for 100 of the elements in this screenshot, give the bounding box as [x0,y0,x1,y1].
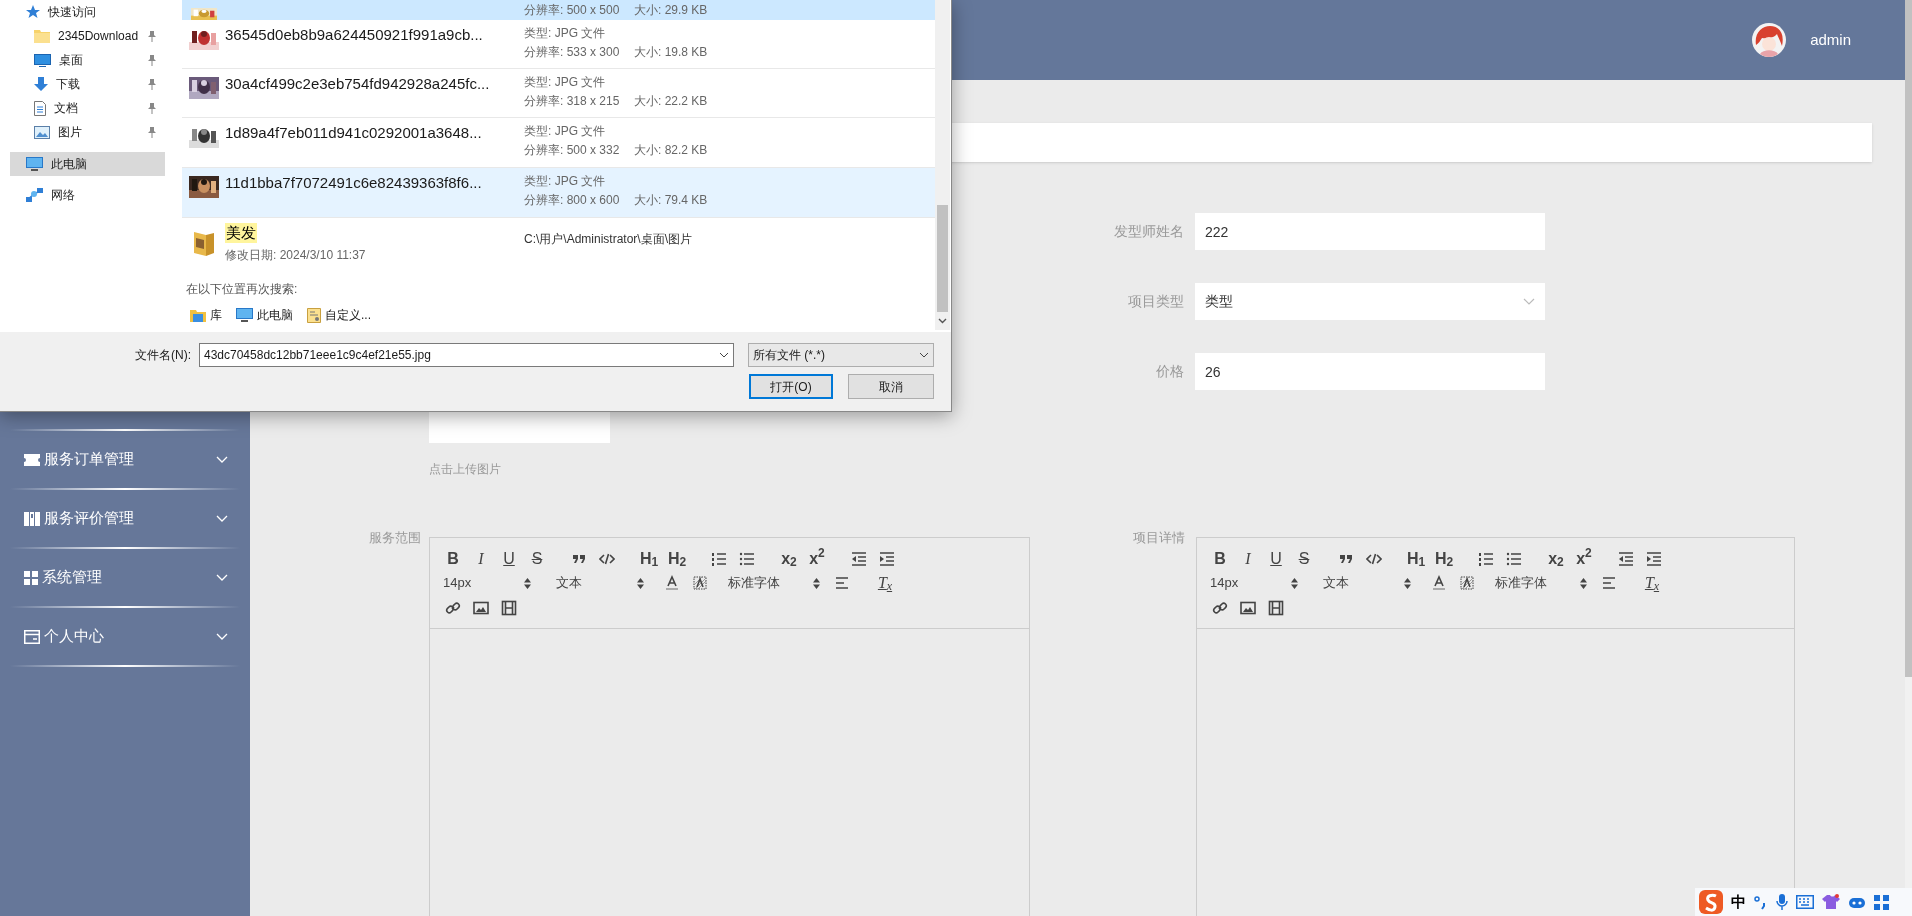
star-icon [26,5,40,19]
highlight-color-icon[interactable] [1459,575,1475,591]
microphone-icon[interactable] [1776,893,1788,911]
robot-icon[interactable] [1848,895,1866,909]
file-resolution: 分辨率: 318 x 215 [524,93,621,110]
clear-format-button[interactable]: T$_{x}$ [871,571,899,595]
align-left-icon[interactable] [1601,575,1617,591]
book-icon [24,511,40,526]
heading-one-button[interactable]: H$_{1}$ [1402,547,1430,571]
bullet-list-icon[interactable] [739,551,755,567]
bold-button[interactable]: B [439,547,467,571]
file-type-select[interactable]: 所有文件 (*.*) [748,343,934,367]
bold-button[interactable]: B [1206,547,1234,571]
dialog-button[interactable]: 打开(O) [749,374,833,399]
font-size-select[interactable]: 14px [443,571,531,595]
input-method-logo-icon[interactable] [1699,890,1723,914]
subscript-button[interactable]: x$_{2}$ [1542,547,1570,571]
file-type: 类型: JPG 文件 [524,123,606,140]
subscript-button[interactable]: x$_{2}$ [775,547,803,571]
sort-caret-icon [524,577,531,589]
image-icon[interactable] [473,600,489,616]
nav-item[interactable]: 文档 [10,96,165,120]
heading-two-button[interactable]: H$_{2}$ [663,547,691,571]
username[interactable]: admin [1810,28,1851,52]
outdent-icon[interactable] [1618,551,1634,567]
network-icon [26,188,43,202]
paragraph-format-select[interactable]: 文本 [556,571,644,595]
film-icon[interactable] [501,600,517,616]
heading-one-button[interactable]: H$_{1}$ [635,547,663,571]
search-location-link[interactable]: 库 [190,306,222,324]
superscript-button[interactable]: x$^{2}$ [1570,547,1598,571]
apps-grid-icon[interactable] [1874,894,1889,910]
punctuation-icon[interactable] [1754,894,1768,910]
keyboard-icon[interactable] [1796,895,1814,909]
film-icon[interactable] [1268,600,1284,616]
search-location-link[interactable]: 自定义... [307,306,371,324]
nav-item[interactable]: 桌面 [10,48,165,72]
shirt-icon[interactable] [1822,894,1840,910]
font-size-select[interactable]: 14px [1210,571,1298,595]
scrollbar-thumb[interactable] [937,205,948,312]
code-icon[interactable] [599,551,615,567]
sidebar-item[interactable]: 系统管理 [0,549,250,606]
chevron-down-icon [919,352,929,358]
paragraph-format-select[interactable]: 文本 [1323,571,1411,595]
sidebar-item[interactable]: 个人中心 [0,608,250,665]
font-family-select[interactable]: 标准字体 [728,571,820,595]
file-size: 大小: 29.9 KB [634,2,708,19]
image-icon[interactable] [1240,600,1256,616]
file-resolution: 分辨率: 500 x 500 [524,2,621,19]
nav-item[interactable]: 2345Download [10,24,165,48]
sidebar-item[interactable]: 服务订单管理 [0,431,250,488]
file-row[interactable]: 分辨率: 500 x 500 大小: 29.9 KB [182,0,935,20]
indent-icon[interactable] [879,551,895,567]
folder-settings-icon [307,307,321,323]
input-field[interactable]: 222 [1195,213,1545,250]
sort-caret-icon [1404,577,1411,589]
underline-button[interactable]: U [1262,547,1290,571]
avatar-icon[interactable] [1752,23,1787,57]
superscript-button[interactable]: x$^{2}$ [803,547,831,571]
library-icon [190,308,206,322]
text-color-icon[interactable] [1431,575,1447,591]
bullet-list-icon[interactable] [1506,551,1522,567]
search-location-link[interactable]: 此电脑 [236,306,293,324]
computer-icon [26,157,43,171]
page-scrollbar-thumb[interactable] [1905,0,1912,677]
numbered-list-icon[interactable] [1478,551,1494,567]
strikethrough-button[interactable]: S [523,547,551,571]
nav-item[interactable]: 下载 [10,72,165,96]
text-color-icon[interactable] [664,575,680,591]
nav-item[interactable]: 此电脑 [10,152,165,176]
sidebar-item[interactable]: 服务评价管理 [0,490,250,547]
nav-item[interactable]: 网络 [10,183,165,207]
clear-format-button[interactable]: T$_{x}$ [1638,571,1666,595]
nav-item[interactable]: 快速访问 [10,0,165,24]
input-field[interactable]: 26 [1195,353,1545,390]
indent-icon[interactable] [1646,551,1662,567]
italic-button[interactable]: I [1234,547,1262,571]
nav-item[interactable]: 图片 [10,120,165,144]
search-again-label: 在以下位置再次搜索: [186,281,298,297]
file-row[interactable]: 11d1bba7f7072491c6e82439363f8f6... 类型: JPG 文件 分辨率: 800 x 600 大小: 79.4 KB [182,168,935,218]
italic-button[interactable]: I [467,547,495,571]
font-family-select[interactable]: 标准字体 [1495,571,1587,595]
dialog-button[interactable]: 取消 [848,374,934,399]
outdent-icon[interactable] [851,551,867,567]
input-mode-toggle[interactable]: 中 [1731,890,1746,914]
align-left-icon[interactable] [834,575,850,591]
rich-text-editor[interactable]: B I U S H$_{1}$ H$_{2}$ x$_{2}$ x$^{2}$ 14px 文本 标准字体 T$_{x}$ [429,537,1030,916]
highlight-color-icon[interactable] [692,575,708,591]
numbered-list-icon[interactable] [711,551,727,567]
link-icon[interactable] [445,600,461,616]
link-icon[interactable] [1212,600,1228,616]
heading-two-button[interactable]: H$_{2}$ [1430,547,1458,571]
code-icon[interactable] [1366,551,1382,567]
filename-label: 文件名(N): [134,347,192,364]
filename-field[interactable]: 43dc70458dc12bb71eee1c9c4ef21e55.jpg [199,343,734,367]
strikethrough-button[interactable]: S [1290,547,1318,571]
underline-button[interactable]: U [495,547,523,571]
type-select[interactable]: 类型 [1195,283,1545,320]
folder-icon [34,29,50,43]
sort-caret-icon [813,577,820,589]
